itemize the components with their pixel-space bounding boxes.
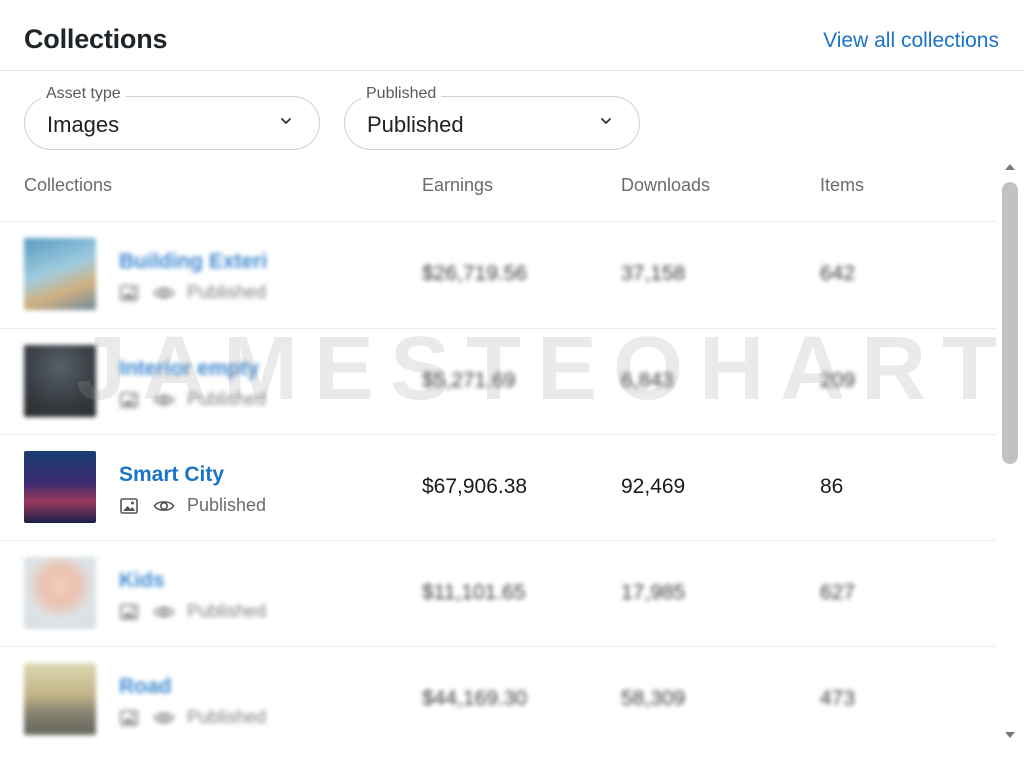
chevron-down-icon [601,118,611,124]
table-row[interactable]: Smart City Published $67,906.38 92,469 8… [0,434,996,540]
eye-icon [153,607,175,617]
collection-meta: Published [119,495,267,517]
collection-thumbnail[interactable] [24,451,96,523]
collection-status: Published [187,389,267,409]
collection-name-link[interactable]: Building Exteri [119,250,267,274]
collection-status: Published [187,601,267,621]
image-icon [120,392,138,408]
collection-thumbnail[interactable] [24,238,96,310]
items-cell: 642 [820,262,856,285]
collection-meta: Published [119,282,267,304]
collection-name-link[interactable]: Kids [119,569,267,593]
collection-status: Published [187,707,267,727]
column-header-downloads[interactable]: Downloads [621,175,710,196]
table-row[interactable]: Interior empty Published $5,271.69 6,843… [0,328,996,434]
downloads-cell: 17,985 [621,581,686,604]
scroll-up-arrow-icon[interactable] [1003,160,1017,174]
panel-header: Collections View all collections [0,0,1024,71]
asset-type-value: Images [47,112,120,137]
downloads-cell: 92,469 [621,475,686,498]
scrollbar-thumb[interactable] [1002,182,1018,464]
earnings-cell: $26,719.56 [422,262,528,285]
collection-name-link[interactable]: Smart City [119,463,267,487]
image-icon [120,604,138,620]
image-icon [120,710,138,726]
eye-icon [153,288,175,298]
collection-status: Published [187,282,267,302]
earnings-cell: $44,169.30 [422,687,528,710]
table-row[interactable]: Building Exteri Published $26,719.56 37,… [0,221,996,327]
collection-thumbnail[interactable] [24,663,96,735]
collection-thumbnail[interactable] [24,345,96,417]
downloads-cell: 6,843 [621,369,674,392]
asset-type-select[interactable]: Asset type Images [24,85,320,150]
status-label: Published [361,85,442,103]
column-header-earnings[interactable]: Earnings [422,175,493,196]
eye-icon [153,395,175,405]
chevron-down-icon [281,118,291,124]
collection-meta: Published [119,389,267,411]
earnings-cell: $67,906.38 [422,475,528,498]
table-row[interactable]: Kids Published $11,101.65 17,985 627 [0,540,996,646]
table-row[interactable]: Road Published $44,169.30 58,309 473 [0,646,996,752]
collection-thumbnail[interactable] [24,557,96,629]
eye-icon [153,501,175,511]
collection-meta: Published [119,707,267,729]
status-value: Published [367,112,464,137]
collection-name-link[interactable]: Interior empty [119,357,267,381]
downloads-cell: 58,309 [621,687,686,710]
image-icon [120,285,138,301]
downloads-cell: 37,158 [621,262,686,285]
column-header-collections[interactable]: Collections [24,175,112,196]
view-all-collections-link[interactable]: View all collections [823,29,999,53]
collection-status: Published [187,495,267,515]
items-cell: 86 [820,475,844,498]
column-header-items[interactable]: Items [820,175,864,196]
items-cell: 473 [820,687,856,710]
scroll-down-arrow-icon[interactable] [1003,728,1017,742]
items-cell: 209 [820,369,856,392]
collection-meta: Published [119,601,267,623]
asset-type-label: Asset type [41,85,126,103]
image-icon [120,498,138,514]
items-cell: 627 [820,581,856,604]
collection-name-link[interactable]: Road [119,675,267,699]
earnings-cell: $11,101.65 [422,581,526,604]
status-select[interactable]: Published Published [344,85,640,150]
earnings-cell: $5,271.69 [422,369,516,392]
eye-icon [153,713,175,723]
page-title: Collections [24,24,168,54]
